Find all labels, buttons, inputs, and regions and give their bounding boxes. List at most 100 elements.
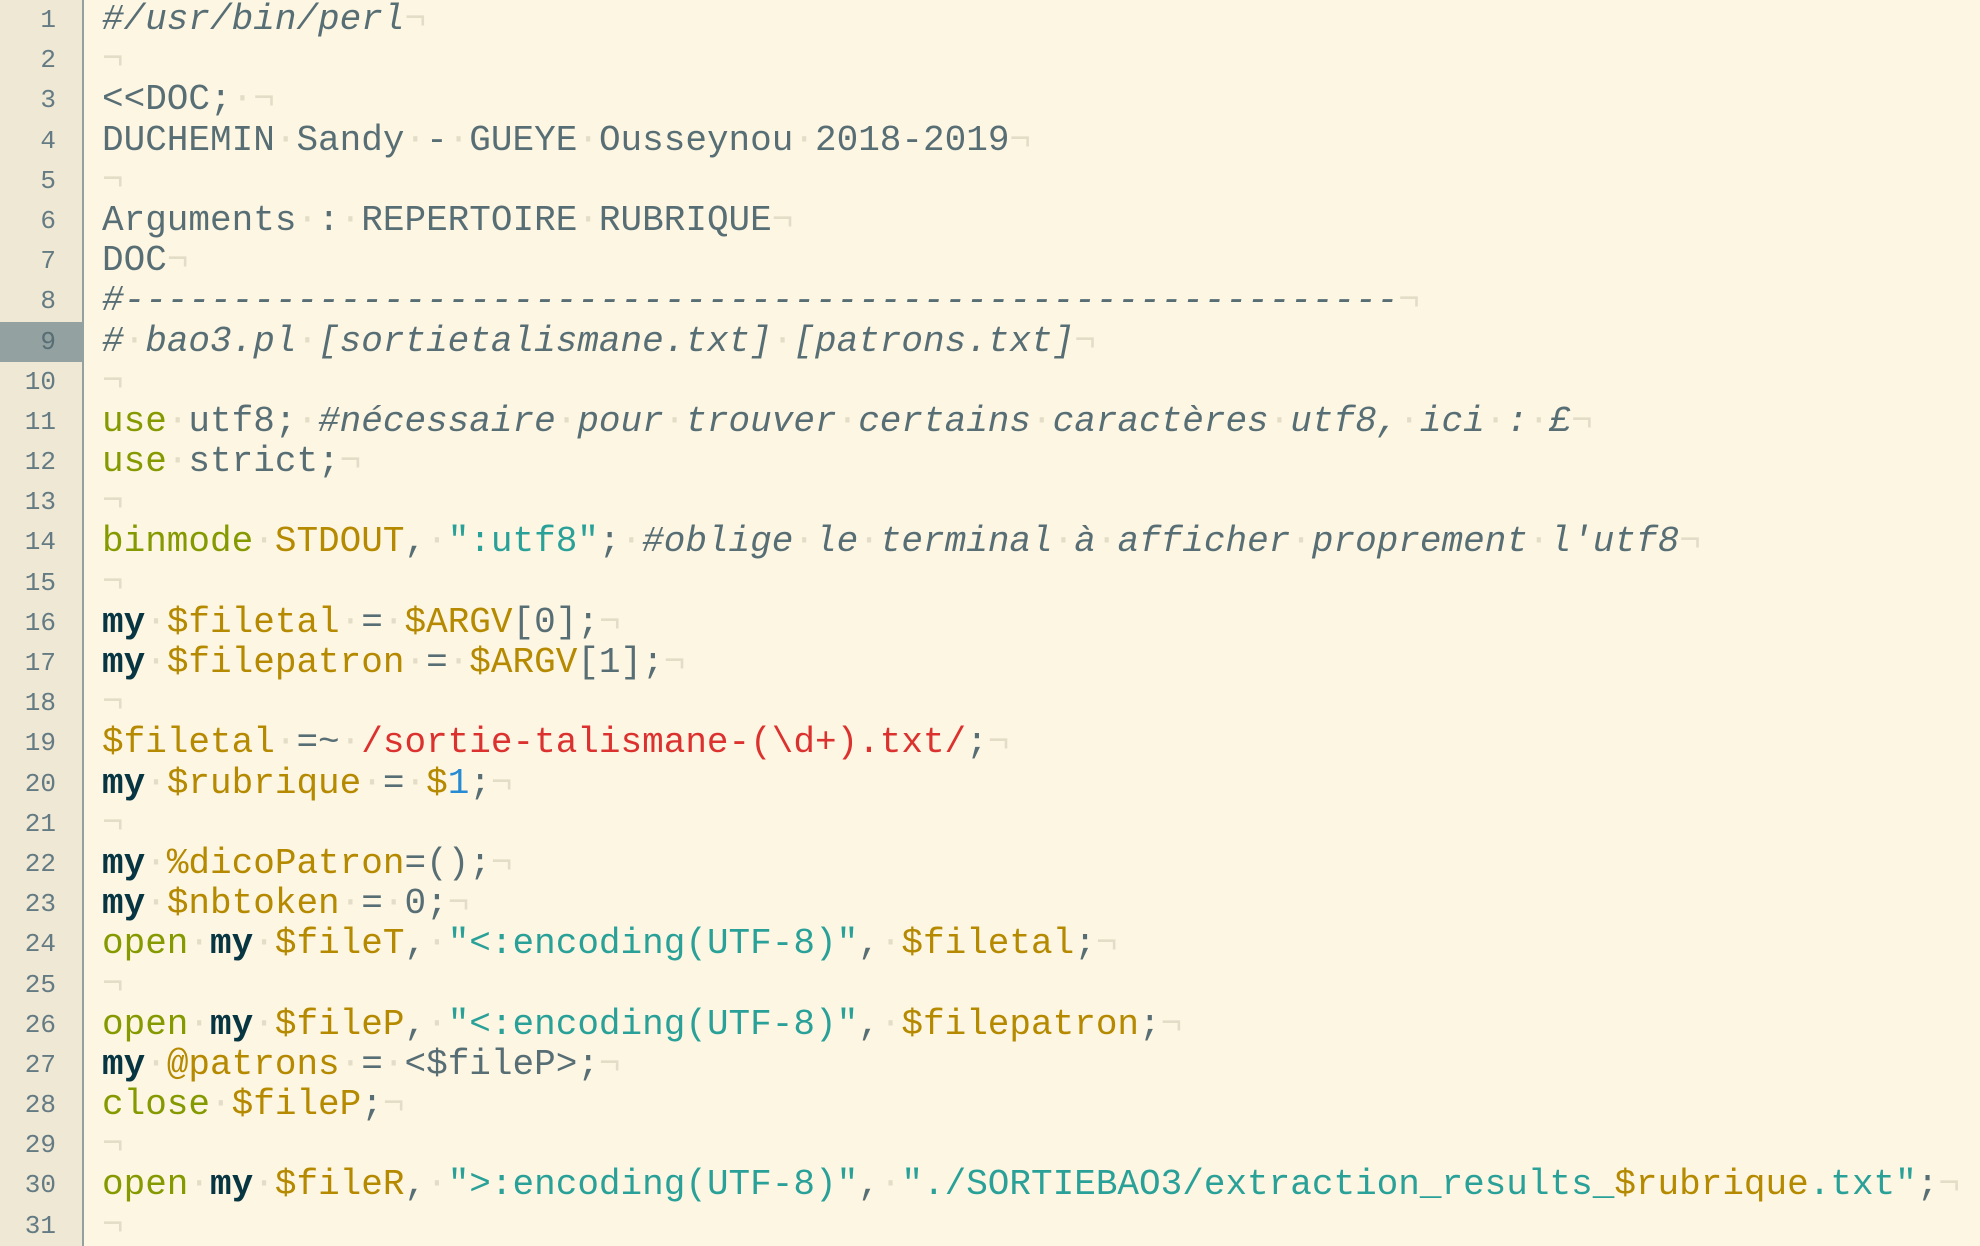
token-var: $filepatron: [166, 642, 405, 683]
token-plain: <<DOC;: [102, 79, 253, 120]
code-line[interactable]: $filetal =~ /sortie-talismane-(\d+).txt/…: [102, 723, 1980, 763]
code-line[interactable]: ¬: [102, 803, 1980, 844]
line-number: 2: [40, 45, 56, 76]
code-line[interactable]: open my $fileP, "<:encoding(UTF-8)", $fi…: [102, 1003, 1980, 1045]
whitespace-marker: [448, 642, 470, 683]
token-my: my: [102, 762, 146, 804]
line-number: 28: [24, 1090, 56, 1121]
token-plain: ;: [1139, 1003, 1161, 1045]
token-plain: ,: [858, 923, 901, 964]
whitespace-marker: [858, 521, 880, 562]
code-line[interactable]: ¬: [102, 683, 1980, 723]
code-line[interactable]: Arguments : REPERTOIRE RUBRIQUE¬: [102, 200, 1980, 241]
whitespace-marker: [404, 642, 426, 683]
end-of-line-marker: ¬: [1938, 1164, 1960, 1206]
line-number: 8: [40, 286, 56, 317]
code-line[interactable]: ¬: [102, 40, 1980, 80]
whitespace-marker: [1053, 521, 1075, 562]
whitespace-marker: [1528, 401, 1550, 442]
end-of-line-marker: ¬: [102, 159, 124, 201]
code-line[interactable]: # bao3.pl [sortietalismane.txt] [patrons…: [102, 321, 1980, 362]
line-number: 11: [24, 406, 56, 437]
code-line[interactable]: my $filepatron = $ARGV[1];¬: [102, 642, 1980, 683]
whitespace-marker: [124, 321, 146, 362]
end-of-line-marker: ¬: [404, 0, 427, 40]
whitespace-marker: [1528, 521, 1550, 562]
end-of-line-marker: ¬: [102, 1124, 124, 1166]
token-my: my: [102, 642, 146, 683]
code-editor[interactable]: 1 2 3 4 5 6 7 8 9 10 11 12 13 14 15 16 17 18 19 20 21 22 23 24 2…: [0, 0, 1980, 1246]
whitespace-marker: [340, 200, 362, 241]
end-of-line-marker: ¬: [1679, 521, 1701, 563]
code-line[interactable]: my $rubrique = $1;¬: [102, 762, 1980, 804]
code-line[interactable]: ¬: [102, 482, 1980, 522]
token-kw: open: [102, 1164, 189, 1206]
line-number: 4: [40, 125, 56, 156]
end-of-line-marker: ¬: [102, 682, 124, 724]
code-line[interactable]: open my $fileT, "<:encoding(UTF-8)", $fi…: [102, 924, 1980, 964]
code-line[interactable]: use strict;¬: [102, 441, 1980, 482]
code-line[interactable]: my @patrons = <$fileP>;¬: [102, 1043, 1980, 1085]
whitespace-marker: [188, 923, 210, 964]
token-kw: use: [102, 400, 167, 442]
code-area[interactable]: #/usr/bin/perl¬¬<<DOC; ¬DUCHEMIN Sandy -…: [102, 0, 1980, 1246]
whitespace-marker: [361, 763, 383, 804]
token-plain: [145, 1044, 167, 1085]
token-plain: DOC: [102, 240, 167, 282]
code-line[interactable]: use utf8; #nécessaire pour trouver certa…: [102, 400, 1980, 442]
code-line[interactable]: close $fileP;¬: [102, 1084, 1980, 1125]
token-plain: Arguments : REPERTOIRE RUBRIQUE: [102, 200, 772, 241]
code-line[interactable]: ¬: [102, 964, 1980, 1005]
code-line[interactable]: DUCHEMIN Sandy - GUEYE Ousseynou 2018-20…: [102, 120, 1980, 161]
whitespace-marker: [621, 521, 643, 562]
code-line[interactable]: <<DOC; ¬: [102, 80, 1980, 120]
line-number: 9: [0, 321, 82, 362]
code-line[interactable]: ¬: [102, 159, 1980, 201]
token-var: @patrons: [166, 1043, 340, 1085]
token-var: $filetal: [166, 601, 340, 643]
line-number: 22: [24, 848, 56, 879]
code-line[interactable]: my $filetal = $ARGV[0];¬: [102, 601, 1980, 643]
code-line[interactable]: #---------------------------------------…: [102, 281, 1980, 321]
token-plain: ;: [469, 762, 491, 804]
end-of-line-marker: ¬: [166, 240, 189, 282]
line-number: 5: [40, 165, 56, 196]
code-line[interactable]: my %dicoPatron=();¬: [102, 843, 1980, 884]
end-of-line-marker: ¬: [1095, 923, 1118, 965]
end-of-line-marker: ¬: [102, 561, 124, 603]
whitespace-marker: [1031, 401, 1053, 442]
code-line[interactable]: my $nbtoken = 0;¬: [102, 884, 1980, 924]
token-my: my: [210, 1003, 254, 1045]
whitespace-marker: [1290, 521, 1312, 562]
token-plain: [210, 1084, 232, 1125]
token-plain: =~: [275, 722, 361, 763]
token-var: $nbtoken: [166, 883, 340, 925]
end-of-line-marker: ¬: [253, 79, 275, 121]
token-plain: ;: [599, 521, 642, 562]
token-var: $filepatron: [901, 1003, 1140, 1045]
code-line[interactable]: open my $fileR, ">:encoding(UTF-8)", "./…: [102, 1165, 1980, 1205]
end-of-line-marker: ¬: [598, 1043, 621, 1085]
code-line[interactable]: #/usr/bin/perl¬: [102, 0, 1980, 40]
line-number: 30: [24, 1170, 56, 1201]
code-line[interactable]: DOC¬: [102, 241, 1980, 281]
whitespace-marker: [404, 763, 426, 804]
code-line[interactable]: ¬: [102, 361, 1980, 402]
end-of-line-marker: ¬: [102, 1204, 124, 1246]
line-number: 18: [24, 688, 56, 719]
end-of-line-marker: ¬: [987, 722, 1010, 764]
whitespace-marker: [340, 722, 362, 763]
code-line[interactable]: ¬: [102, 1204, 1980, 1246]
code-line[interactable]: ¬: [102, 1125, 1980, 1165]
token-my: my: [210, 923, 254, 965]
token-comment: # bao3.pl [sortietalismane.txt] [patrons…: [102, 321, 1074, 362]
line-number: 19: [24, 728, 56, 759]
token-var: $fileP: [274, 1003, 405, 1045]
token-str: "<:encoding(UTF-8)": [447, 923, 859, 965]
code-line[interactable]: ¬: [102, 561, 1980, 603]
code-line[interactable]: binmode STDOUT, ":utf8"; #oblige le term…: [102, 522, 1980, 562]
whitespace-marker: [426, 1004, 448, 1045]
token-str: .txt": [1808, 1164, 1917, 1206]
whitespace-marker: [404, 120, 426, 161]
whitespace-marker: [426, 923, 448, 964]
